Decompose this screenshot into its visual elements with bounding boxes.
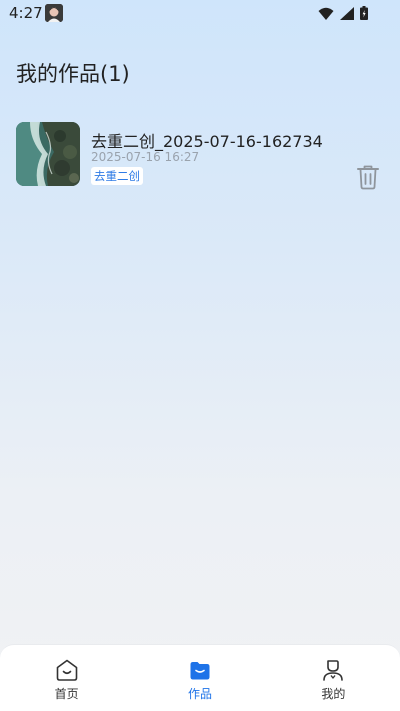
tab-works-label: 作品 <box>187 687 212 701</box>
profile-icon <box>323 660 344 681</box>
home-icon <box>56 659 77 681</box>
work-date: 2025-07-16 16:27 <box>91 150 200 164</box>
status-icons <box>318 6 368 20</box>
tab-home[interactable]: 首页 <box>0 645 133 711</box>
work-tag: 去重二创 <box>91 167 143 185</box>
works-icon <box>190 662 210 680</box>
tab-works[interactable]: 作品 <box>133 645 266 711</box>
wifi-icon <box>318 7 334 20</box>
tab-profile[interactable]: 我的 <box>267 645 400 711</box>
tab-profile-label: 我的 <box>321 687 346 701</box>
bottom-tab-bar: 首页 作品 我的 <box>0 644 400 711</box>
avatar-icon <box>45 4 63 22</box>
status-bar: 4:27 <box>0 0 400 28</box>
work-title: 去重二创_2025-07-16-162734 <box>91 132 323 151</box>
trash-icon[interactable] <box>356 164 380 190</box>
signal-icon <box>340 6 354 20</box>
tab-home-label: 首页 <box>54 687 79 701</box>
work-thumbnail[interactable] <box>16 122 80 186</box>
work-item[interactable]: 去重二创_2025-07-16-162734 2025-07-16 16:27 … <box>16 122 386 190</box>
status-time: 4:27 <box>9 4 43 22</box>
battery-icon <box>360 6 368 20</box>
page-title: 我的作品(1) <box>16 62 130 86</box>
